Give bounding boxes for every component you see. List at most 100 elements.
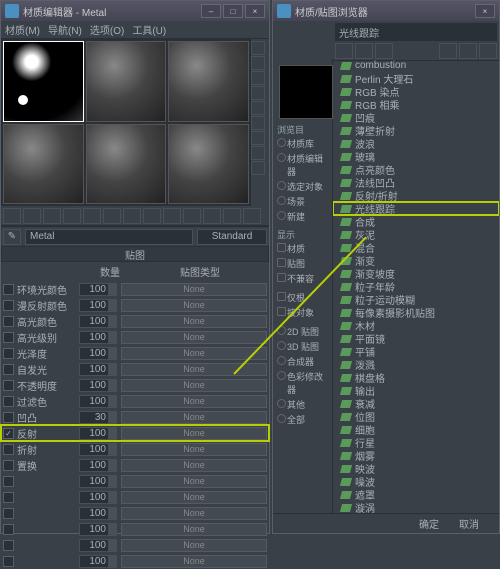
map-row-checkbox[interactable] xyxy=(3,460,14,471)
map-row-amount[interactable]: 100 xyxy=(79,491,117,504)
map-row-amount[interactable]: 100 xyxy=(79,315,117,328)
map-row-map-button[interactable]: None xyxy=(121,299,267,312)
map-row-map-button[interactable]: None xyxy=(121,411,267,424)
vtool-2[interactable] xyxy=(251,56,265,70)
map-row-amount[interactable]: 100 xyxy=(79,379,117,392)
minimize-button[interactable]: – xyxy=(201,4,221,18)
side-option[interactable]: 按对象 xyxy=(277,305,328,320)
tool-7[interactable] xyxy=(123,208,141,224)
map-row-checkbox[interactable]: ✓ xyxy=(3,428,14,439)
map-row-map-button[interactable]: None xyxy=(121,443,267,456)
map-row-amount[interactable]: 100 xyxy=(79,443,117,456)
vtool-7[interactable] xyxy=(251,131,265,145)
map-row-amount[interactable]: 100 xyxy=(79,347,117,360)
material-slot-5[interactable] xyxy=(86,124,167,205)
material-slot-1[interactable] xyxy=(3,41,84,122)
map-row-amount[interactable]: 100 xyxy=(79,459,117,472)
view-large[interactable] xyxy=(375,43,393,59)
tool-10[interactable] xyxy=(183,208,201,224)
maximize-button[interactable]: □ xyxy=(223,4,243,18)
material-slot-6[interactable] xyxy=(168,124,249,205)
menu-tools[interactable]: 工具(U) xyxy=(132,22,166,37)
tool-assign[interactable] xyxy=(43,208,61,224)
map-row-checkbox[interactable] xyxy=(3,524,14,535)
map-row-map-button[interactable]: None xyxy=(121,555,267,568)
map-row-checkbox[interactable] xyxy=(3,300,14,311)
vtool-1[interactable] xyxy=(251,41,265,55)
map-row-amount[interactable]: 30 xyxy=(79,411,117,424)
material-slot-2[interactable] xyxy=(86,41,167,122)
map-row-checkbox[interactable] xyxy=(3,556,14,567)
browser-close-button[interactable]: × xyxy=(475,4,495,18)
map-row-checkbox[interactable] xyxy=(3,284,14,295)
vtool-3[interactable] xyxy=(251,71,265,85)
material-name-field[interactable]: Metal xyxy=(25,229,193,245)
vtool-4[interactable] xyxy=(251,86,265,100)
map-row-checkbox[interactable] xyxy=(3,492,14,503)
map-row-checkbox[interactable] xyxy=(3,332,14,343)
vtool-8[interactable] xyxy=(251,146,265,160)
tool-8[interactable] xyxy=(143,208,161,224)
close-button[interactable]: × xyxy=(245,4,265,18)
map-row-map-button[interactable]: None xyxy=(121,491,267,504)
map-row-amount[interactable]: 100 xyxy=(79,331,117,344)
side-option[interactable]: 场景 xyxy=(277,194,328,209)
vtool-5[interactable] xyxy=(251,101,265,115)
map-row-amount[interactable]: 100 xyxy=(79,395,117,408)
map-row-checkbox[interactable] xyxy=(3,316,14,327)
browser-tool-c[interactable] xyxy=(479,43,497,59)
map-row-amount[interactable]: 100 xyxy=(79,475,117,488)
map-row-amount[interactable]: 100 xyxy=(79,427,117,440)
map-row-map-button[interactable]: None xyxy=(121,395,267,408)
map-row-checkbox[interactable] xyxy=(3,380,14,391)
map-row-map-button[interactable]: None xyxy=(121,539,267,552)
side-option[interactable]: 材质编辑器 xyxy=(277,151,328,179)
pick-tool[interactable]: ✎ xyxy=(3,229,21,245)
vtool-9[interactable] xyxy=(251,161,265,175)
map-row-amount[interactable]: 100 xyxy=(79,283,117,296)
material-slot-4[interactable] xyxy=(3,124,84,205)
side-option[interactable]: 贴图 xyxy=(277,256,328,271)
map-row-map-button[interactable]: None xyxy=(121,347,267,360)
tool-13[interactable] xyxy=(243,208,261,224)
map-row-checkbox[interactable] xyxy=(3,364,14,375)
map-row-checkbox[interactable] xyxy=(3,508,14,519)
side-option[interactable]: 合成器 xyxy=(277,354,328,369)
map-row-amount[interactable]: 100 xyxy=(79,507,117,520)
menu-options[interactable]: 选项(O) xyxy=(90,22,124,37)
map-row-map-button[interactable]: None xyxy=(121,475,267,488)
side-option[interactable]: 全部 xyxy=(277,412,328,427)
map-row-map-button[interactable]: None xyxy=(121,379,267,392)
menu-navigate[interactable]: 导航(N) xyxy=(48,22,82,37)
tool-get[interactable] xyxy=(3,208,21,224)
side-option[interactable]: 新建 xyxy=(277,209,328,224)
tool-12[interactable] xyxy=(223,208,241,224)
map-row-amount[interactable]: 100 xyxy=(79,539,117,552)
side-option[interactable]: 选定对象 xyxy=(277,179,328,194)
map-row-map-button[interactable]: None xyxy=(121,283,267,296)
search-field[interactable]: 光线跟踪 xyxy=(335,23,497,41)
map-row-map-button[interactable]: None xyxy=(121,331,267,344)
map-row-map-button[interactable]: None xyxy=(121,315,267,328)
shader-type-button[interactable]: Standard xyxy=(197,229,267,245)
side-option[interactable]: 3D 贴图 xyxy=(277,339,328,354)
map-row-amount[interactable]: 100 xyxy=(79,299,117,312)
map-row-checkbox[interactable] xyxy=(3,476,14,487)
material-slot-3[interactable] xyxy=(168,41,249,122)
map-row-amount[interactable]: 100 xyxy=(79,555,117,568)
browser-tool-a[interactable] xyxy=(439,43,457,59)
map-row-checkbox[interactable] xyxy=(3,396,14,407)
side-option[interactable]: 材质 xyxy=(277,241,328,256)
side-option[interactable]: 材质库 xyxy=(277,136,328,151)
tool-9[interactable] xyxy=(163,208,181,224)
map-row-map-button[interactable]: None xyxy=(121,427,267,440)
map-row-map-button[interactable]: None xyxy=(121,363,267,376)
tree-item[interactable]: 漩涡 xyxy=(333,501,499,513)
view-small[interactable] xyxy=(355,43,373,59)
map-row-checkbox[interactable] xyxy=(3,444,14,455)
tool-11[interactable] xyxy=(203,208,221,224)
maps-section-header[interactable]: 贴图 xyxy=(1,246,269,262)
view-list[interactable] xyxy=(335,43,353,59)
map-row-checkbox[interactable] xyxy=(3,412,14,423)
browser-titlebar[interactable]: 材质/贴图浏览器 × xyxy=(273,1,499,21)
